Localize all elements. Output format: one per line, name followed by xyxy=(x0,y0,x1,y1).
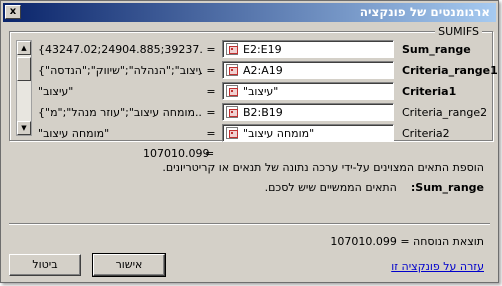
range-selector-icon[interactable] xyxy=(226,64,238,76)
criteria2-input[interactable]: "מומחה עיצוב" xyxy=(222,124,394,142)
sum-range-input-value: E2:E19 xyxy=(243,43,282,56)
scroll-down-arrow-icon[interactable]: ▼ xyxy=(17,121,31,135)
function-arguments-dialog: x ארגומנטים של פונקציה SUMIFS ▲ ▼ {43247… xyxy=(0,0,499,283)
argument-label: Criteria_range2 xyxy=(402,106,488,119)
criteria1-input-value: "עיצוב" xyxy=(243,85,279,98)
equals-sign: = xyxy=(206,64,216,77)
argument-row-criteria-range2: {"מומחה עיצוב";"עוזר מנהל";"מ... = B2:B1… xyxy=(38,103,490,121)
equals-sign: = xyxy=(206,127,216,140)
formula-result: תוצאת הנוסחה = 107010.099 xyxy=(330,235,484,248)
function-result-value: 107010.099 xyxy=(143,147,210,160)
function-name: SUMIFS xyxy=(435,25,482,38)
range-selector-icon[interactable] xyxy=(226,106,238,118)
sum-range-input[interactable]: E2:E19 xyxy=(222,40,394,58)
argument-row-criteria-range1: {"עיצוב";"הנהלה";"שיווק";"הנדסה... = A2:… xyxy=(38,61,498,79)
argument-label: Criteria2 xyxy=(402,127,450,140)
criteria-range2-input[interactable]: B2:B19 xyxy=(222,103,394,121)
equals-sign: = xyxy=(206,85,216,98)
argument-description-name: Sum_range: xyxy=(410,181,484,194)
ok-button[interactable]: אישור xyxy=(92,253,166,277)
range-selector-icon[interactable] xyxy=(226,127,238,139)
criteria-range1-input[interactable]: A2:A19 xyxy=(222,61,394,79)
formula-result-value: 107010.099 xyxy=(330,235,397,248)
argument-description-text: התאים הממשיים שיש לסכם. xyxy=(264,181,397,194)
argument-evaluated-value: {"עיצוב";"הנהלה";"שיווק";"הנדסה... xyxy=(38,64,202,77)
dialog-title: ארגומנטים של פונקציה xyxy=(359,5,490,19)
help-on-function-link[interactable]: עזרה על פונקציה זו xyxy=(391,260,484,273)
argument-row-criteria1: "עיצוב" = "עיצוב" Criteria1 xyxy=(38,82,490,100)
separator xyxy=(9,223,490,225)
argument-description: Sum_range: התאים הממשיים שיש לסכם. xyxy=(44,181,484,194)
equals-sign: = xyxy=(205,147,215,160)
argument-row-criteria2: "מומחה עיצוב" = "מומחה עיצוב" Criteria2 xyxy=(38,124,490,142)
argument-label: Criteria1 xyxy=(402,85,457,98)
range-selector-icon[interactable] xyxy=(226,85,238,97)
argument-evaluated-value: {43247.02;24904.885;39237.0363... xyxy=(38,43,202,56)
formula-result-label: תוצאת הנוסחה = xyxy=(400,235,484,248)
argument-evaluated-value: {"מומחה עיצוב";"עוזר מנהל";"מ... xyxy=(38,106,202,119)
criteria-range1-input-value: A2:A19 xyxy=(243,64,283,77)
close-button[interactable]: x xyxy=(5,5,21,19)
scroll-thumb[interactable] xyxy=(17,57,31,81)
range-selector-icon[interactable] xyxy=(226,43,238,55)
criteria2-input-value: "מומחה עיצוב" xyxy=(243,127,315,140)
equals-sign: = xyxy=(206,106,216,119)
function-arguments-group: SUMIFS ▲ ▼ {43247.02;24904.885;39237.036… xyxy=(9,25,498,142)
equals-sign: = xyxy=(206,43,216,56)
argument-label: Criteria_range1 xyxy=(402,64,498,77)
criteria-range2-input-value: B2:B19 xyxy=(243,106,283,119)
cancel-button[interactable]: ביטול xyxy=(9,254,81,276)
title-bar: x ארגומנטים של פונקציה xyxy=(3,3,496,22)
function-description: הוספת התאים המצוינים על-ידי ערכה נתונה ש… xyxy=(162,161,484,174)
argument-label: Sum_range xyxy=(402,43,471,56)
argument-evaluated-value: "עיצוב" xyxy=(38,85,74,98)
criteria1-input[interactable]: "עיצוב" xyxy=(222,82,394,100)
arguments-scrollbar[interactable]: ▲ ▼ xyxy=(16,40,32,136)
argument-evaluated-value: "מומחה עיצוב" xyxy=(38,127,110,140)
scroll-up-arrow-icon[interactable]: ▲ xyxy=(17,41,31,55)
argument-row-sum-range: {43247.02;24904.885;39237.0363... = E2:E… xyxy=(38,40,490,58)
